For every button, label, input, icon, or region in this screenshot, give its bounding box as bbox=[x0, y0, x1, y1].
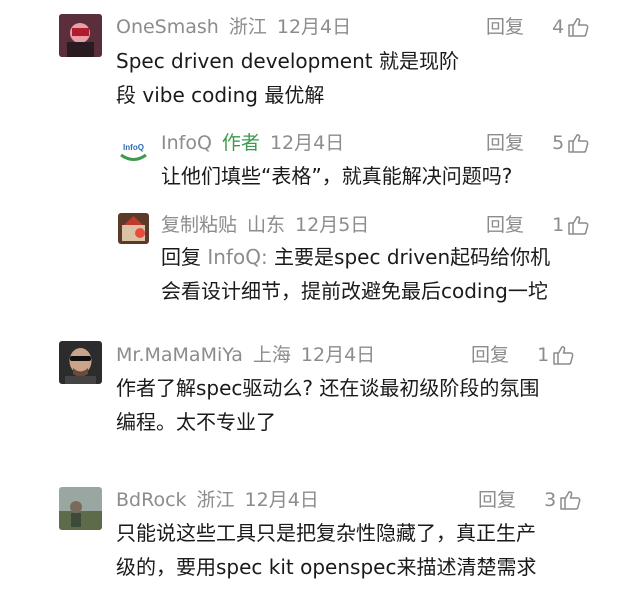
reply-button[interactable]: 回复 bbox=[486, 16, 524, 38]
comment-line: Spec driven development 就是现阶 bbox=[116, 49, 459, 73]
comment-line: 回复 InfoQ: 主要是spec driven起码给你机 bbox=[161, 240, 550, 274]
avatar-image-icon bbox=[59, 487, 102, 530]
like-button[interactable]: 5 bbox=[552, 131, 589, 155]
reply-button[interactable]: 回复 bbox=[471, 344, 509, 366]
comment-date: 12月4日 bbox=[276, 16, 352, 38]
comment-line: 作者了解spec驱动么? 还在谈最初级阶段的氛围 bbox=[116, 376, 540, 400]
reply-target[interactable]: InfoQ: bbox=[207, 245, 267, 269]
like-count: 3 bbox=[544, 489, 557, 511]
comment-line: 编程。太不专业了 bbox=[116, 410, 276, 434]
reply-actions: 回复 1 bbox=[486, 213, 589, 237]
like-count: 1 bbox=[537, 344, 550, 366]
like-button[interactable]: 1 bbox=[552, 213, 589, 237]
comment-date: 12月4日 bbox=[300, 344, 376, 366]
avatar-image-icon bbox=[59, 14, 102, 57]
comment-meta: OneSmash 浙江 12月4日 bbox=[116, 15, 351, 39]
comment-actions: 回复 1 bbox=[471, 343, 574, 367]
location: 山东 bbox=[247, 214, 286, 236]
comment-line: 让他们填些“表格”，就真能解决问题吗? bbox=[161, 164, 513, 188]
infoq-logo-icon: InfoQ bbox=[120, 143, 147, 161]
thumbs-up-icon bbox=[568, 134, 589, 153]
comment-line: 会看设计细节，提前改避免最后coding一坨 bbox=[161, 279, 548, 303]
like-button[interactable]: 1 bbox=[537, 343, 574, 367]
avatar[interactable] bbox=[59, 487, 102, 530]
avatar-image-icon bbox=[59, 341, 102, 384]
infoq-logo-text: InfoQ bbox=[123, 143, 144, 152]
comment-date: 12月5日 bbox=[295, 214, 370, 236]
like-button[interactable]: 4 bbox=[552, 15, 589, 39]
comment-date: 12月4日 bbox=[269, 132, 345, 154]
reply-actions: 回复 5 bbox=[486, 131, 589, 155]
avatar-image-icon bbox=[118, 213, 149, 244]
author-name[interactable]: BdRock bbox=[116, 489, 187, 511]
author-name[interactable]: 复制粘贴 bbox=[161, 214, 237, 236]
reply-line-text: 主要是spec driven起码给你机 bbox=[267, 245, 551, 269]
reply-meta: 复制粘贴 山东 12月5日 bbox=[161, 213, 369, 237]
reply-text: 让他们填些“表格”，就真能解决问题吗? bbox=[161, 159, 512, 193]
reply-button[interactable]: 回复 bbox=[478, 489, 516, 511]
avatar[interactable] bbox=[59, 341, 102, 384]
avatar[interactable]: InfoQ bbox=[118, 133, 149, 164]
like-count: 4 bbox=[552, 16, 565, 38]
comment-date: 12月4日 bbox=[244, 489, 319, 511]
location: 浙江 bbox=[228, 16, 267, 38]
author-badge: 作者 bbox=[221, 132, 260, 154]
author-name[interactable]: Mr.MaMaMiYa bbox=[116, 344, 243, 366]
comment-line: 只能说这些工具只是把复杂性隐藏了，真正生产 bbox=[116, 521, 536, 545]
like-button[interactable]: 3 bbox=[544, 488, 581, 512]
thumbs-up-icon bbox=[553, 346, 574, 365]
comment-meta: Mr.MaMaMiYa 上海 12月4日 bbox=[116, 343, 375, 367]
comment-text: 只能说这些工具只是把复杂性隐藏了，真正生产 级的，要用spec kit open… bbox=[116, 516, 536, 584]
thumbs-up-icon bbox=[568, 216, 589, 235]
reply-text: 回复 InfoQ: 主要是spec driven起码给你机 会看设计细节，提前改… bbox=[161, 240, 550, 308]
location: 上海 bbox=[252, 344, 291, 366]
like-count: 1 bbox=[552, 214, 565, 236]
reply-button[interactable]: 回复 bbox=[486, 132, 524, 154]
comment-line: 级的，要用spec kit openspec来描述清楚需求 bbox=[116, 555, 537, 579]
author-name[interactable]: OneSmash bbox=[116, 16, 219, 38]
comment-meta: BdRock 浙江 12月4日 bbox=[116, 488, 319, 512]
reply-meta: InfoQ 作者 12月4日 bbox=[161, 131, 344, 155]
comment-actions: 回复 3 bbox=[478, 488, 581, 512]
reply-prefix: 回复 bbox=[161, 245, 208, 269]
location: 浙江 bbox=[196, 489, 235, 511]
author-name[interactable]: InfoQ bbox=[161, 132, 212, 154]
like-count: 5 bbox=[552, 132, 565, 154]
comment-text: 作者了解spec驱动么? 还在谈最初级阶段的氛围 编程。太不专业了 bbox=[116, 371, 539, 439]
reply-button[interactable]: 回复 bbox=[486, 214, 524, 236]
thumbs-up-icon bbox=[568, 18, 589, 37]
avatar[interactable] bbox=[118, 213, 149, 244]
comment-line: 段 vibe coding 最优解 bbox=[116, 83, 325, 107]
avatar[interactable] bbox=[59, 14, 102, 57]
comment-text: Spec driven development 就是现阶 段 vibe codi… bbox=[116, 44, 459, 112]
thumbs-up-icon bbox=[560, 491, 581, 510]
comment-actions: 回复 4 bbox=[486, 15, 589, 39]
